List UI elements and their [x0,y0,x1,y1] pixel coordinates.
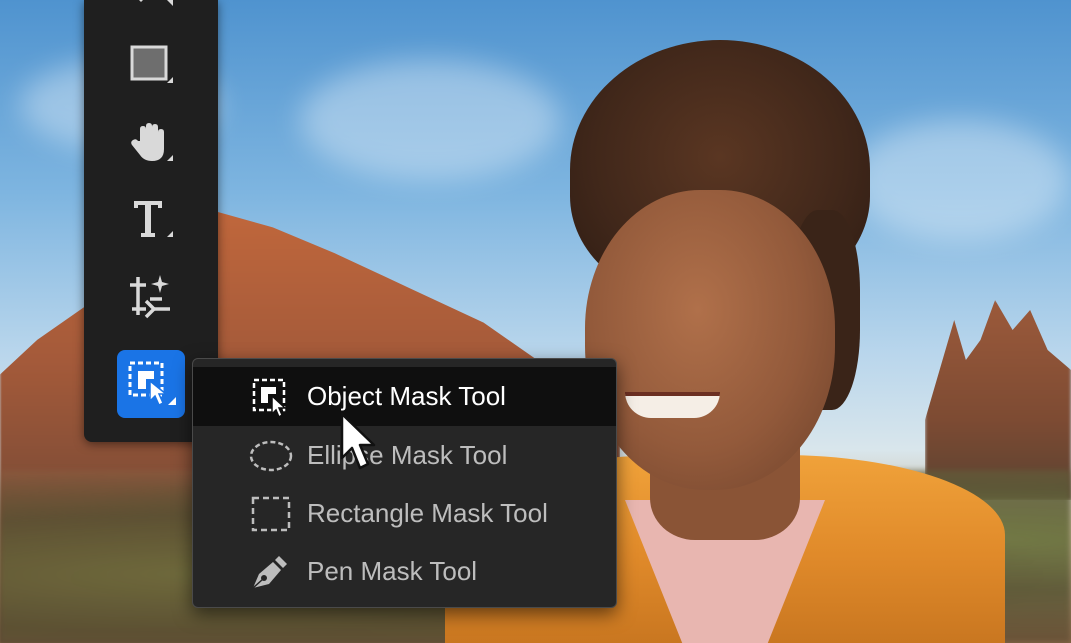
brush-tool-button[interactable] [117,0,185,18]
hand-tool-button[interactable] [117,110,185,178]
object-mask-icon [247,377,295,417]
menu-item-label: Rectangle Mask Tool [307,498,548,528]
menu-item-label: Pen Mask Tool [307,556,478,586]
hand-icon [131,123,173,161]
menu-item-label: Object Mask Tool [307,381,506,411]
pen-mask-icon [247,552,295,592]
screen: Object Mask Tool Ellipse Mask Tool Recta… [0,0,1071,643]
face [585,190,835,490]
text-tool-button[interactable] [117,186,185,254]
ellipse-mask-icon [247,436,295,476]
menu-item-ellipse-mask-tool[interactable]: Ellipse Mask Tool [193,426,616,485]
object-mask-icon [128,361,176,407]
menu-item-object-mask-tool[interactable]: Object Mask Tool [193,367,616,426]
menu-item-pen-mask-tool[interactable]: Pen Mask Tool [193,542,616,601]
rectangle-tool-button[interactable] [117,32,185,100]
transform-tool-button[interactable] [117,262,185,330]
rectangle-mask-icon [247,494,295,534]
mask-tools-flyout-menu: Object Mask Tool Ellipse Mask Tool Recta… [192,358,617,608]
mouse-pointer-icon [340,412,376,470]
menu-item-label: Ellipse Mask Tool [307,440,508,470]
transform-sparkle-icon [130,275,170,319]
object-mask-tool-button[interactable] [117,350,185,418]
text-icon [134,201,173,237]
menu-item-rectangle-mask-tool[interactable]: Rectangle Mask Tool [193,484,616,543]
brush-icon [139,0,173,6]
rectangle-shape-icon [130,45,173,83]
smile [625,392,720,418]
